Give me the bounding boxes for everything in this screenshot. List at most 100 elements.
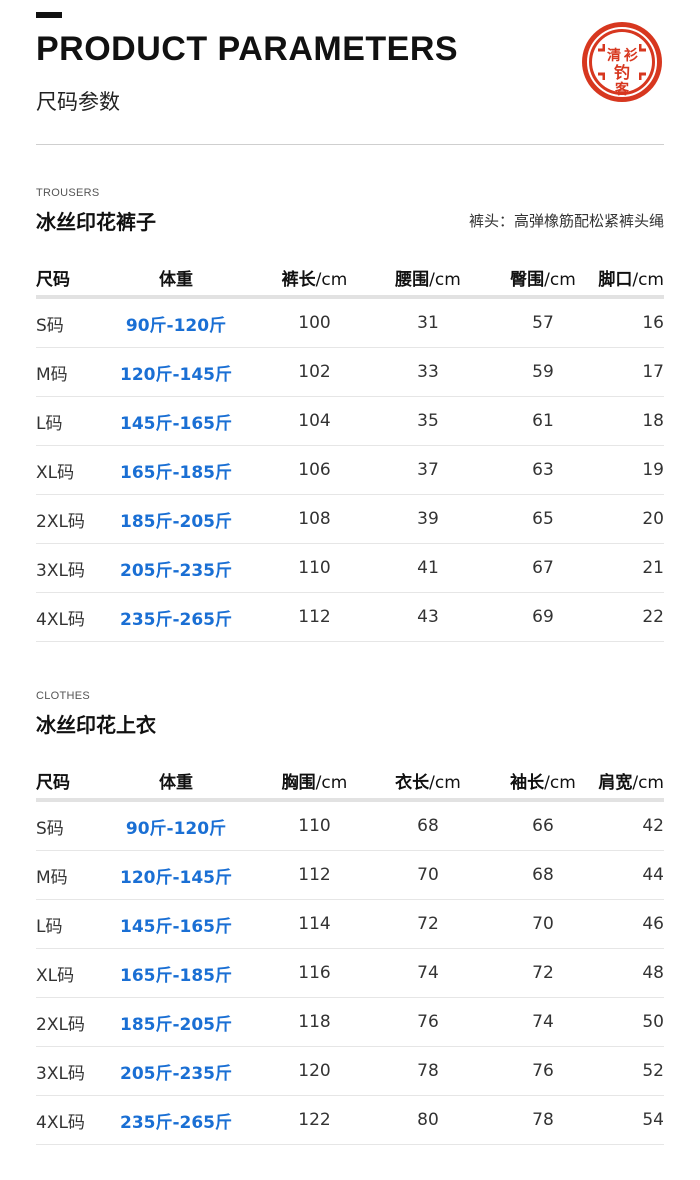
measurement-cell: 72 bbox=[532, 963, 554, 983]
measurement-cell: 52 bbox=[642, 1061, 664, 1081]
measurement-cell: 19 bbox=[642, 460, 664, 480]
measurement-cell: 104 bbox=[298, 411, 331, 431]
measurement-cell: 63 bbox=[532, 460, 554, 480]
measurement-cell: 118 bbox=[298, 1012, 331, 1032]
column-header: 臀围/cm bbox=[493, 265, 593, 290]
size-cell: 3XL码 bbox=[36, 1063, 85, 1084]
table-row: 4XL码 235斤-265斤 112 43 69 22 bbox=[36, 593, 664, 642]
column-header-unit: /cm bbox=[429, 772, 461, 793]
column-header-label: 腰围 bbox=[395, 269, 430, 290]
measurement-cell: 120 bbox=[298, 1061, 331, 1081]
column-header-label: 尺码 bbox=[36, 772, 70, 793]
seal-char-2: 衫 bbox=[623, 47, 638, 64]
measurement-cell: 68 bbox=[532, 865, 554, 885]
table-row: L码 145斤-165斤 114 72 70 46 bbox=[36, 900, 664, 949]
weight-range-cell: 90斤-120斤 bbox=[125, 315, 227, 336]
clothes-title: 冰丝印花上衣 bbox=[36, 713, 156, 737]
column-header: 尺码 bbox=[36, 768, 86, 793]
trousers-eyebrow: TROUSERS bbox=[36, 187, 100, 199]
table-row: L码 145斤-165斤 104 35 61 18 bbox=[36, 397, 664, 446]
measurement-cell: 100 bbox=[298, 313, 331, 333]
table-row: XL码 165斤-185斤 106 37 63 19 bbox=[36, 446, 664, 495]
column-header: 脚口/cm bbox=[593, 265, 664, 290]
measurement-cell: 66 bbox=[532, 816, 554, 836]
column-header: 肩宽/cm bbox=[593, 768, 664, 793]
page-subtitle: 尺码参数 bbox=[36, 90, 120, 114]
measurement-cell: 112 bbox=[298, 865, 331, 885]
table-header-row: 尺码 体重 裤长/cm 腰围/cm 臀围/cm 脚口/cm bbox=[36, 259, 664, 299]
size-cell: 4XL码 bbox=[36, 609, 85, 630]
table-header-row: 尺码 体重 胸围/cm 衣长/cm 袖长/cm 肩宽/cm bbox=[36, 762, 664, 802]
column-header-unit: /cm bbox=[315, 772, 348, 793]
measurement-cell: 17 bbox=[642, 362, 664, 382]
measurement-cell: 114 bbox=[298, 914, 331, 934]
measurement-cell: 16 bbox=[642, 313, 664, 333]
column-header-unit: /cm bbox=[544, 772, 576, 793]
measurement-cell: 116 bbox=[298, 963, 331, 983]
weight-range-cell: 205斤-235斤 bbox=[119, 560, 233, 581]
measurement-cell: 110 bbox=[298, 816, 331, 836]
measurement-cell: 76 bbox=[532, 1061, 554, 1081]
column-header-label: 胸围 bbox=[281, 772, 316, 793]
column-header: 裤长/cm bbox=[266, 265, 363, 290]
measurement-cell: 54 bbox=[642, 1110, 664, 1130]
size-cell: M码 bbox=[36, 867, 68, 888]
table-row: 2XL码 185斤-205斤 118 76 74 50 bbox=[36, 998, 664, 1047]
size-cell: L码 bbox=[36, 413, 63, 434]
clothes-size-table: 尺码 体重 胸围/cm 衣长/cm 袖长/cm 肩宽/cm S码 90斤-120斤 110 68 6… bbox=[36, 762, 664, 1145]
measurement-cell: 72 bbox=[417, 914, 439, 934]
table-row: 4XL码 235斤-265斤 122 80 78 54 bbox=[36, 1096, 664, 1145]
weight-range-cell: 235斤-265斤 bbox=[119, 1112, 233, 1133]
table-row: 2XL码 185斤-205斤 108 39 65 20 bbox=[36, 495, 664, 544]
measurement-cell: 122 bbox=[298, 1110, 331, 1130]
column-header: 胸围/cm bbox=[266, 768, 363, 793]
table-row: XL码 165斤-185斤 116 74 72 48 bbox=[36, 949, 664, 998]
measurement-cell: 46 bbox=[642, 914, 664, 934]
measurement-cell: 48 bbox=[642, 963, 664, 983]
measurement-cell: 35 bbox=[417, 411, 439, 431]
table-row: 3XL码 205斤-235斤 110 41 67 21 bbox=[36, 544, 664, 593]
weight-range-cell: 185斤-205斤 bbox=[119, 1014, 233, 1035]
column-header-label: 臀围 bbox=[510, 269, 545, 290]
weight-range-cell: 120斤-145斤 bbox=[119, 364, 233, 385]
measurement-cell: 33 bbox=[417, 362, 439, 382]
measurement-cell: 78 bbox=[532, 1110, 554, 1130]
header-divider bbox=[36, 144, 664, 145]
measurement-cell: 76 bbox=[417, 1012, 439, 1032]
column-header-label: 衣长 bbox=[395, 772, 430, 793]
table-row: S码 90斤-120斤 100 31 57 16 bbox=[36, 299, 664, 348]
brand-seal-logo: 清 衫 钓 客 bbox=[582, 22, 662, 102]
measurement-cell: 43 bbox=[417, 607, 439, 627]
measurement-cell: 68 bbox=[417, 816, 439, 836]
measurement-cell: 41 bbox=[417, 558, 439, 578]
measurement-cell: 21 bbox=[642, 558, 664, 578]
size-cell: 3XL码 bbox=[36, 560, 85, 581]
measurement-cell: 20 bbox=[642, 509, 664, 529]
measurement-cell: 70 bbox=[417, 865, 439, 885]
size-cell: XL码 bbox=[36, 462, 75, 483]
table-row: 3XL码 205斤-235斤 120 78 76 52 bbox=[36, 1047, 664, 1096]
measurement-cell: 106 bbox=[298, 460, 331, 480]
measurement-cell: 102 bbox=[298, 362, 331, 382]
clothes-eyebrow: CLOTHES bbox=[36, 690, 91, 702]
measurement-cell: 70 bbox=[532, 914, 554, 934]
column-header-label: 脚口 bbox=[598, 269, 633, 290]
page-title: PRODUCT PARAMETERS bbox=[36, 30, 459, 68]
column-header-unit: /cm bbox=[544, 269, 576, 290]
measurement-cell: 112 bbox=[298, 607, 331, 627]
table-row: S码 90斤-120斤 110 68 66 42 bbox=[36, 802, 664, 851]
size-cell: 4XL码 bbox=[36, 1112, 85, 1133]
column-header-label: 体重 bbox=[159, 772, 193, 793]
size-cell: S码 bbox=[36, 315, 64, 336]
measurement-cell: 50 bbox=[642, 1012, 664, 1032]
table-row: M码 120斤-145斤 112 70 68 44 bbox=[36, 851, 664, 900]
weight-range-cell: 145斤-165斤 bbox=[119, 916, 233, 937]
weight-range-cell: 165斤-185斤 bbox=[119, 462, 233, 483]
weight-range-cell: 185斤-205斤 bbox=[119, 511, 233, 532]
column-header-label: 袖长 bbox=[510, 772, 545, 793]
measurement-cell: 42 bbox=[642, 816, 664, 836]
column-header: 体重 bbox=[86, 768, 266, 793]
weight-range-cell: 145斤-165斤 bbox=[119, 413, 233, 434]
measurement-cell: 78 bbox=[417, 1061, 439, 1081]
column-header-label: 肩宽 bbox=[598, 772, 633, 793]
